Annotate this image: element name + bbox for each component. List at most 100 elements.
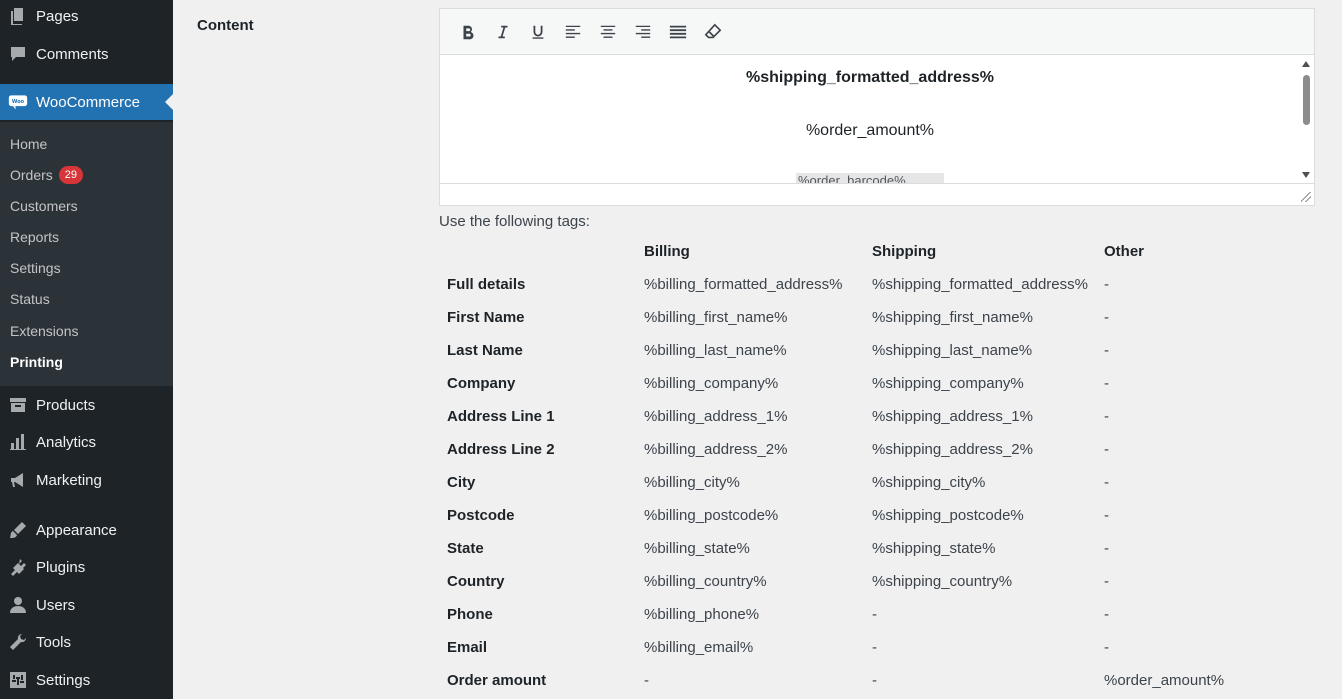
appearance-icon bbox=[0, 512, 36, 548]
billing-tag: %billing_country% bbox=[644, 573, 767, 590]
billing-tag: %billing_postcode% bbox=[644, 507, 779, 524]
resize-handle-icon[interactable] bbox=[1301, 192, 1311, 202]
shipping-tag: %shipping_first_name% bbox=[872, 309, 1033, 326]
other-tag: - bbox=[1104, 639, 1109, 656]
menu-item-products[interactable]: Products bbox=[0, 387, 173, 423]
justify-icon[interactable] bbox=[660, 17, 695, 47]
submenu-item-reports[interactable]: Reports bbox=[10, 227, 59, 247]
menu-item-analytics[interactable]: Analytics bbox=[0, 424, 173, 460]
other-tag: - bbox=[1104, 375, 1109, 392]
row-label: Email bbox=[447, 639, 488, 656]
content-field-label: Content bbox=[197, 17, 254, 34]
submenu-item-label: Settings bbox=[10, 260, 61, 276]
submenu-item-settings[interactable]: Settings bbox=[10, 258, 61, 278]
table-row: Postcode %billing_postcode% %shipping_post… bbox=[439, 499, 1259, 532]
shipping-tag: %shipping_state% bbox=[872, 540, 996, 557]
table-row: City %billing_city% %shipping_city% - bbox=[439, 466, 1259, 499]
submenu-item-extensions[interactable]: Extensions bbox=[10, 321, 78, 341]
row-label: Company bbox=[447, 375, 516, 392]
menu-item-label: Products bbox=[36, 396, 96, 414]
submenu-item-orders[interactable]: Orders 29 bbox=[10, 165, 84, 185]
editor-line: %shipping_formatted_address% bbox=[745, 69, 995, 86]
submenu-item-label: Printing bbox=[10, 354, 63, 370]
table-row: Address Line 1 %billing_address_1% %shippi… bbox=[439, 400, 1259, 433]
comments-icon bbox=[0, 36, 36, 72]
submenu-item-label: Customers bbox=[10, 198, 78, 214]
submenu-item-label: Status bbox=[10, 291, 50, 307]
shipping-tag: %shipping_city% bbox=[872, 474, 986, 491]
shipping-tag: - bbox=[872, 639, 877, 656]
menu-item-users[interactable]: Users bbox=[0, 587, 173, 623]
shipping-tag: - bbox=[872, 672, 877, 689]
italic-icon[interactable] bbox=[485, 17, 520, 47]
menu-item-pages[interactable]: Pages bbox=[0, 0, 173, 34]
billing-tag: %billing_phone% bbox=[644, 606, 760, 623]
editor-toolbar bbox=[440, 9, 1314, 55]
woocommerce-submenu: Home Orders 29 Customers Reports Setting… bbox=[0, 122, 173, 386]
editor-scrollbar[interactable] bbox=[1298, 55, 1314, 183]
other-tag: - bbox=[1104, 441, 1109, 458]
row-label: Phone bbox=[447, 606, 493, 623]
menu-item-marketing[interactable]: Marketing bbox=[0, 462, 173, 498]
marketing-icon bbox=[0, 462, 36, 498]
submenu-item-label: Reports bbox=[10, 229, 60, 245]
menu-item-label: Comments bbox=[36, 45, 109, 63]
scroll-down-arrow-icon[interactable] bbox=[1302, 172, 1310, 178]
billing-tag: %billing_email% bbox=[644, 639, 754, 656]
other-tag: - bbox=[1104, 342, 1109, 359]
submenu-item-status[interactable]: Status bbox=[10, 289, 50, 309]
woocommerce-icon: Woo bbox=[0, 84, 36, 120]
align-right-icon[interactable] bbox=[625, 17, 660, 47]
table-header-row: Billing Shipping Other bbox=[439, 235, 1259, 268]
orders-count-badge: 29 bbox=[58, 166, 84, 184]
bold-icon[interactable] bbox=[450, 17, 485, 47]
menu-item-comments[interactable]: Comments bbox=[0, 36, 173, 72]
submenu-item-home[interactable]: Home bbox=[10, 134, 47, 154]
menu-item-appearance[interactable]: Appearance bbox=[0, 512, 173, 548]
column-header bbox=[439, 235, 644, 268]
align-left-icon[interactable] bbox=[555, 17, 590, 47]
submenu-item-customers[interactable]: Customers bbox=[10, 196, 78, 216]
settings-icon bbox=[0, 662, 36, 698]
analytics-icon bbox=[0, 424, 36, 460]
align-center-icon[interactable] bbox=[590, 17, 625, 47]
menu-item-settings[interactable]: Settings bbox=[0, 662, 173, 698]
billing-tag: %billing_state% bbox=[644, 540, 750, 557]
submenu-item-label: Home bbox=[10, 136, 48, 152]
shipping-tag: %shipping_address_1% bbox=[872, 408, 1033, 425]
table-row: Email %billing_email% - - bbox=[439, 631, 1259, 664]
underline-icon[interactable] bbox=[520, 17, 555, 47]
menu-item-woocommerce[interactable]: Woo WooCommerce bbox=[0, 84, 173, 120]
table-row: Company %billing_company% %shipping_compan… bbox=[439, 367, 1259, 400]
editor-text-area[interactable]: %shipping_formatted_address% %order_amou… bbox=[440, 55, 1314, 184]
other-tag: - bbox=[1104, 573, 1109, 590]
content-editor[interactable]: %shipping_formatted_address% %order_amou… bbox=[439, 8, 1315, 206]
menu-item-label: WooCommerce bbox=[36, 93, 140, 111]
row-label: Postcode bbox=[447, 507, 515, 524]
shipping-tag: %shipping_country% bbox=[872, 573, 1013, 590]
other-tag: - bbox=[1104, 408, 1109, 425]
scroll-up-arrow-icon[interactable] bbox=[1302, 61, 1310, 67]
billing-tag: %billing_formatted_address% bbox=[644, 276, 843, 293]
other-tag: - bbox=[1104, 507, 1109, 524]
submenu-item-label: Extensions bbox=[10, 323, 79, 339]
billing-tag: %billing_last_name% bbox=[644, 342, 787, 359]
table-row: Full details %billing_formatted_address%%… bbox=[439, 268, 1259, 301]
row-label: Full details bbox=[447, 276, 526, 293]
menu-item-label: Appearance bbox=[36, 521, 117, 539]
tags-table: Billing Shipping Other Full details %bill… bbox=[439, 235, 1259, 697]
editor-line: %order_barcode% bbox=[796, 173, 944, 183]
billing-tag: %billing_address_2% bbox=[644, 441, 788, 458]
table-row: Last Name %billing_last_name% %shipping_la… bbox=[439, 334, 1259, 367]
other-tag: - bbox=[1104, 309, 1109, 326]
clear-format-icon[interactable] bbox=[695, 17, 730, 47]
scroll-thumb[interactable] bbox=[1303, 75, 1310, 125]
billing-tag: %billing_first_name% bbox=[644, 309, 788, 326]
table-row: Address Line 2 %billing_address_2% %shippi… bbox=[439, 433, 1259, 466]
admin-sidebar: Pages Comments Woo WooCommerce Home Orde… bbox=[0, 0, 173, 699]
shipping-tag: - bbox=[872, 606, 877, 623]
menu-item-plugins[interactable]: Plugins bbox=[0, 549, 173, 585]
menu-item-tools[interactable]: Tools bbox=[0, 624, 173, 660]
submenu-item-printing[interactable]: Printing bbox=[10, 352, 63, 372]
menu-item-label: Marketing bbox=[36, 471, 102, 489]
